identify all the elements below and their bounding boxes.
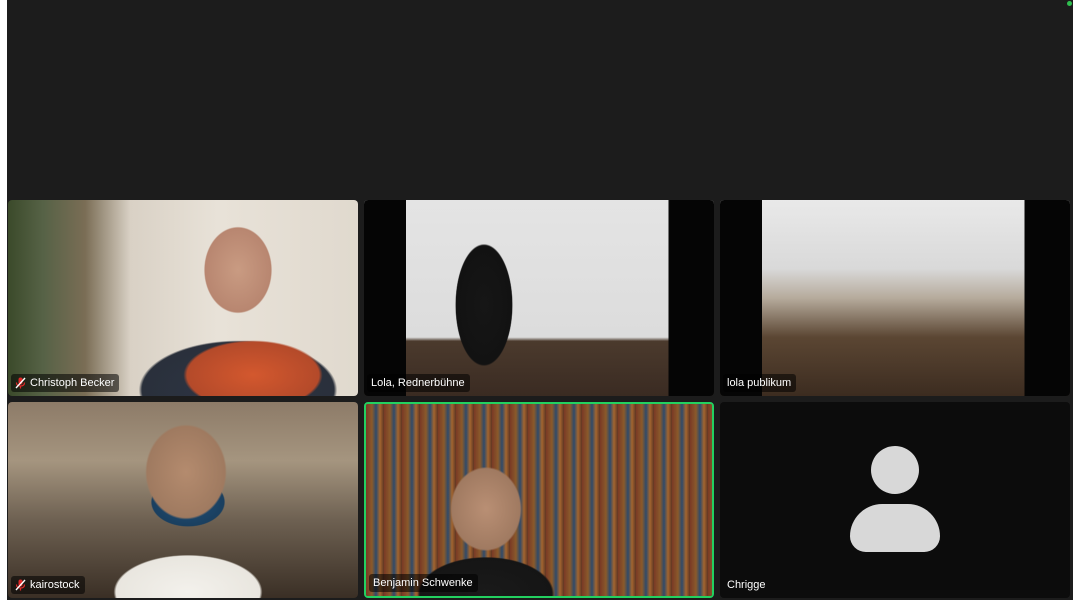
video-feed <box>366 404 712 596</box>
participant-name: Christoph Becker <box>30 377 115 389</box>
participant-name-tag: lola publikum <box>723 374 797 392</box>
participant-name: Benjamin Schwenke <box>373 577 473 589</box>
participant-name-tag: kairostock <box>11 576 85 594</box>
mic-muted-icon <box>15 579 26 591</box>
video-gallery: Christoph Becker Lola, Rednerbühne lola … <box>7 200 1073 600</box>
video-feed <box>364 200 714 396</box>
avatar-icon <box>845 446 945 556</box>
participant-name: Lola, Rednerbühne <box>371 377 465 389</box>
participant-name: lola publikum <box>727 377 792 389</box>
mic-muted-icon <box>15 377 26 389</box>
avatar-head <box>871 446 919 494</box>
video-tile-lola-rednerbuehne[interactable]: Lola, Rednerbühne <box>364 200 714 396</box>
video-tile-chrigge[interactable]: Chrigge <box>720 402 1070 598</box>
participant-name-tag: Benjamin Schwenke <box>369 574 478 592</box>
participant-name-tag: Chrigge <box>725 576 771 594</box>
video-tile-lola-publikum[interactable]: lola publikum <box>720 200 1070 396</box>
participant-name-tag: Lola, Rednerbühne <box>367 374 470 392</box>
video-tile-kairostock[interactable]: kairostock <box>8 402 358 598</box>
connection-status-indicator <box>1067 1 1072 6</box>
video-feed <box>8 402 358 598</box>
avatar-body <box>850 504 940 552</box>
participant-name: Chrigge <box>727 579 766 591</box>
video-tile-christoph-becker[interactable]: Christoph Becker <box>8 200 358 396</box>
participant-name: kairostock <box>30 579 80 591</box>
video-feed <box>8 200 358 396</box>
meeting-window: Christoph Becker Lola, Rednerbühne lola … <box>7 0 1073 600</box>
video-feed <box>720 200 1070 396</box>
participant-name-tag: Christoph Becker <box>11 374 120 392</box>
video-tile-benjamin-schwenke[interactable]: Benjamin Schwenke <box>364 402 714 598</box>
